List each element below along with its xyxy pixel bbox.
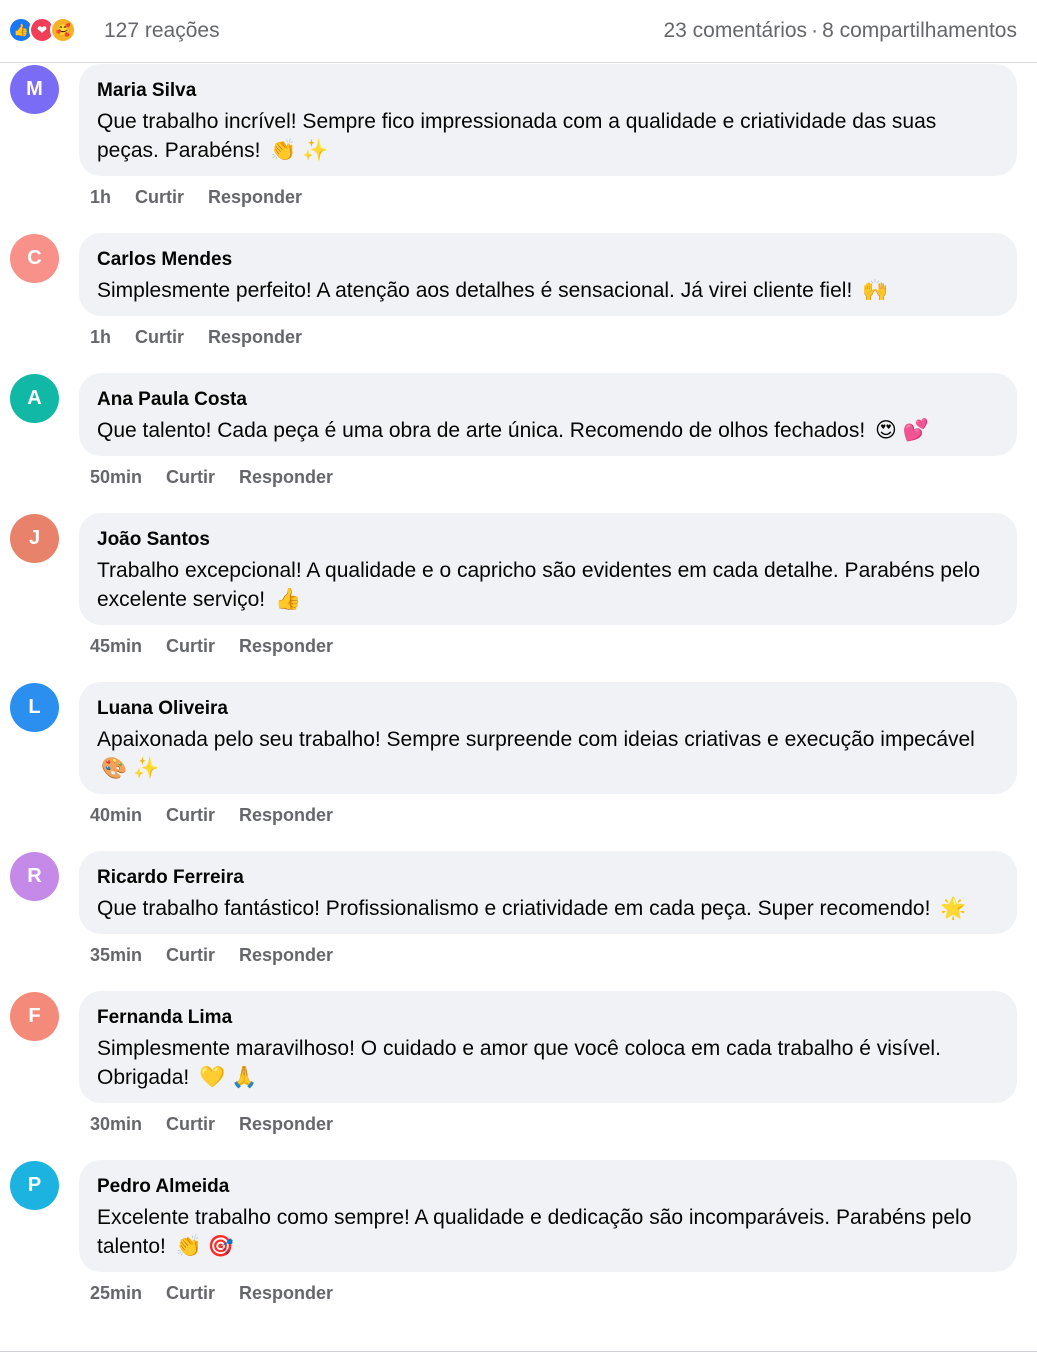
reply-button[interactable]: Responder [239, 635, 333, 657]
comment-bubble: Carlos Mendes Simplesmente perfeito! A at… [79, 233, 1017, 316]
comment-author[interactable]: Ricardo Ferreira [97, 865, 999, 891]
bottom-divider [0, 1351, 1037, 1352]
comment-emoji: 👏 🎯 [175, 1235, 234, 1258]
comment-bubble: Pedro Almeida Excelente trabalho como sem… [79, 1160, 1017, 1272]
comment-emoji: 😍 💕 [875, 419, 929, 442]
reply-button[interactable]: Responder [239, 1113, 333, 1135]
shares-count-link[interactable]: 8 compartilhamentos [822, 19, 1017, 42]
comment-bubble: Fernanda Lima Simplesmente maravilhoso! O… [79, 991, 1017, 1103]
avatar[interactable]: M [10, 65, 59, 114]
avatar[interactable]: F [10, 992, 59, 1041]
comment-text: Apaixonada pelo seu trabalho! Sempre sur… [97, 725, 999, 783]
reply-button[interactable]: Responder [208, 186, 302, 208]
comment-author[interactable]: Pedro Almeida [97, 1174, 999, 1200]
comment-bubble: Luana Oliveira Apaixonada pelo seu trabal… [79, 682, 1017, 794]
comment-timestamp[interactable]: 25min [90, 1282, 142, 1304]
comment-text: Excelente trabalho como sempre! A qualid… [97, 1203, 999, 1261]
comment-timestamp[interactable]: 1h [90, 186, 111, 208]
comment-author[interactable]: Luana Oliveira [97, 696, 999, 722]
like-button[interactable]: Curtir [166, 804, 215, 826]
comment-bubble: Ricardo Ferreira Que trabalho fantástico!… [79, 851, 1017, 934]
comment-text-body: Que trabalho fantástico! Profissionalism… [97, 897, 931, 920]
like-button[interactable]: Curtir [135, 326, 184, 348]
reply-button[interactable]: Responder [239, 804, 333, 826]
like-button[interactable]: Curtir [166, 635, 215, 657]
avatar[interactable]: J [10, 514, 59, 563]
avatar[interactable]: R [10, 852, 59, 901]
comment-timestamp[interactable]: 50min [90, 466, 142, 488]
comments-count-link[interactable]: 23 comentários [663, 19, 807, 42]
like-button[interactable]: Curtir [135, 186, 184, 208]
reply-button[interactable]: Responder [239, 466, 333, 488]
reactions-summary-bar: 👍 ❤ 🥰 127 reações 23 comentários · 8 compa… [0, 0, 1037, 63]
comment-text-body: Apaixonada pelo seu trabalho! Sempre sur… [97, 728, 975, 751]
comment-timestamp[interactable]: 30min [90, 1113, 142, 1135]
comment-bubble: Ana Paula Costa Que talento! Cada peça é … [79, 373, 1017, 456]
comment-timestamp[interactable]: 1h [90, 326, 111, 348]
like-button[interactable]: Curtir [166, 1113, 215, 1135]
care-reaction-icon: 🥰 [50, 17, 76, 43]
comment-text: Simplesmente perfeito! A atenção aos det… [97, 276, 999, 305]
comment-actions: 45min Curtir Responder [90, 635, 333, 657]
like-button[interactable]: Curtir [166, 1282, 215, 1304]
comment-author[interactable]: Maria Silva [97, 78, 999, 104]
comment-actions: 1h Curtir Responder [90, 186, 302, 208]
comment-author[interactable]: Carlos Mendes [97, 247, 999, 273]
meta-separator: · [811, 19, 819, 42]
comment-timestamp[interactable]: 35min [90, 944, 142, 966]
avatar[interactable]: A [10, 374, 59, 423]
comment-text: Que trabalho fantástico! Profissionalism… [97, 894, 999, 923]
comment-actions: 40min Curtir Responder [90, 804, 333, 826]
comment-text: Trabalho excepcional! A qualidade e o ca… [97, 556, 999, 614]
avatar[interactable]: C [10, 234, 59, 283]
comment-emoji: 🎨 ✨ [101, 757, 160, 780]
avatar[interactable]: L [10, 683, 59, 732]
comments-shares-counts: 23 comentários · 8 compartilhamentos [663, 18, 1017, 44]
comment-actions: 30min Curtir Responder [90, 1113, 333, 1135]
comment-actions: 50min Curtir Responder [90, 466, 333, 488]
like-button[interactable]: Curtir [166, 944, 215, 966]
comment-author[interactable]: João Santos [97, 527, 999, 553]
comment-timestamp[interactable]: 40min [90, 804, 142, 826]
comment-text-body: Que trabalho incrível! Sempre fico impre… [97, 110, 937, 162]
comment-timestamp[interactable]: 45min [90, 635, 142, 657]
comment-text: Simplesmente maravilhoso! O cuidado e am… [97, 1034, 999, 1092]
reply-button[interactable]: Responder [239, 944, 333, 966]
comment-emoji: 👏 ✨ [270, 139, 329, 162]
comment-emoji: 👍 [274, 588, 302, 611]
comment-actions: 35min Curtir Responder [90, 944, 333, 966]
comment-emoji: 🌟 [940, 897, 967, 920]
comment-bubble: Maria Silva Que trabalho incrível! Sempre… [79, 64, 1017, 176]
comment-emoji: 🙌 [862, 279, 889, 302]
comment-text-body: Que talento! Cada peça é uma obra de art… [97, 419, 866, 442]
comment-text: Que trabalho incrível! Sempre fico impre… [97, 107, 999, 165]
comment-author[interactable]: Ana Paula Costa [97, 387, 999, 413]
reply-button[interactable]: Responder [208, 326, 302, 348]
comment-actions: 1h Curtir Responder [90, 326, 302, 348]
reaction-icons-group[interactable]: 👍 ❤ 🥰 [8, 17, 76, 43]
comment-text-body: Simplesmente perfeito! A atenção aos det… [97, 279, 853, 302]
comment-text-body: Trabalho excepcional! A qualidade e o ca… [97, 559, 980, 611]
comment-author[interactable]: Fernanda Lima [97, 1005, 999, 1031]
reply-button[interactable]: Responder [239, 1282, 333, 1304]
comment-text: Que talento! Cada peça é uma obra de art… [97, 416, 999, 445]
avatar[interactable]: P [10, 1161, 59, 1210]
reaction-count[interactable]: 127 reações [104, 18, 220, 44]
comment-actions: 25min Curtir Responder [90, 1282, 333, 1304]
comment-emoji: 💛 🙏 [199, 1066, 258, 1089]
comment-bubble: João Santos Trabalho excepcional! A quali… [79, 513, 1017, 625]
like-button[interactable]: Curtir [166, 466, 215, 488]
